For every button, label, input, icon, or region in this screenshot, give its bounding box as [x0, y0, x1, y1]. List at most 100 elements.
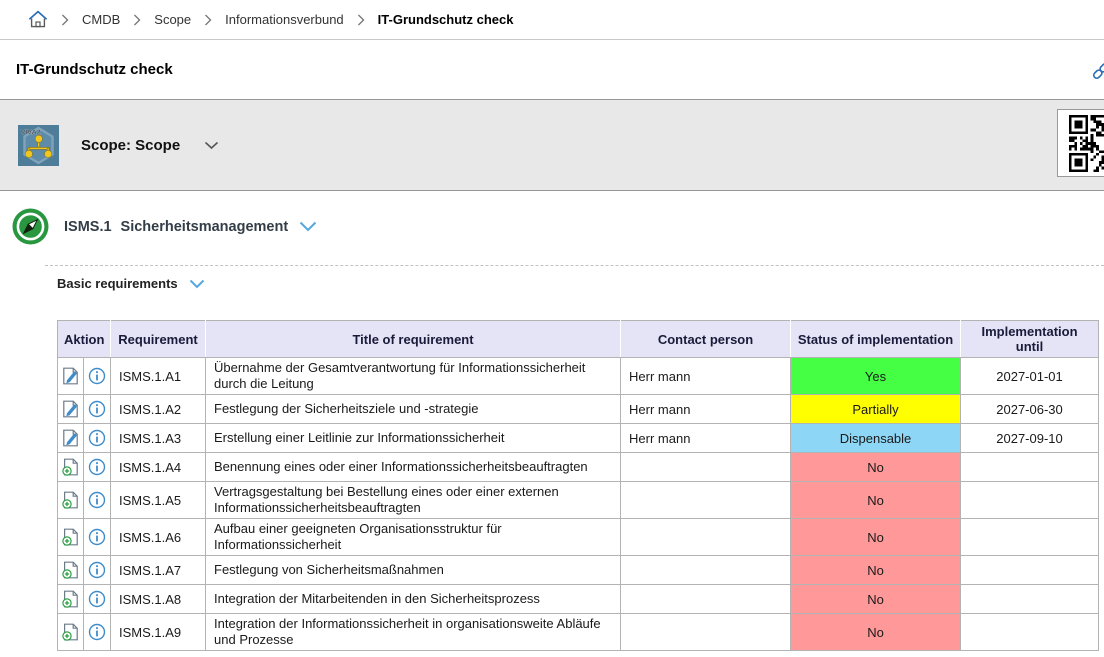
info-icon[interactable] — [88, 491, 106, 506]
breadcrumb-item-cmdb[interactable]: CMDB — [82, 12, 120, 27]
table-row: ISMS.1.A4Benennung eines oder einer Info… — [58, 453, 1099, 482]
info-icon[interactable] — [88, 561, 106, 576]
add-document-icon[interactable] — [62, 561, 79, 576]
implementation-until — [961, 453, 1099, 482]
edit-icon[interactable] — [62, 429, 79, 444]
status-of-implementation: No — [791, 556, 961, 585]
table-row: ISMS.1.A3Erstellung einer Leitlinie zur … — [58, 424, 1099, 453]
requirement-id: ISMS.1.A5 — [111, 482, 206, 519]
breadcrumb: CMDB Scope Informationsverbund IT-Grunds… — [0, 0, 1104, 40]
table-header-row: Aktion Requirement Title of requirement … — [58, 321, 1099, 358]
table-row: ISMS.1.A6Aufbau einer geeigneten Organis… — [58, 519, 1099, 556]
status-of-implementation: No — [791, 482, 961, 519]
status-of-implementation: No — [791, 585, 961, 614]
info-action-cell[interactable] — [84, 585, 111, 614]
add-action-cell[interactable] — [58, 556, 84, 585]
info-icon[interactable] — [88, 429, 106, 444]
scope-object-icon[interactable]: VIVA2 — [18, 125, 59, 166]
scope-header: VIVA2 Scope: Scope — [0, 99, 1104, 191]
contact-person — [621, 614, 791, 651]
implementation-until — [961, 556, 1099, 585]
contact-person: Herr mann — [621, 395, 791, 424]
add-document-icon[interactable] — [62, 458, 79, 473]
chevron-down-icon[interactable] — [204, 141, 219, 150]
requirement-title: Übernahme der Gesamtverantwortung für In… — [206, 358, 621, 395]
requirement-title: Vertragsgestaltung bei Bestellung eines … — [206, 482, 621, 519]
info-action-cell[interactable] — [84, 519, 111, 556]
edit-action-cell[interactable] — [58, 424, 84, 453]
requirement-title: Erstellung einer Leitlinie zur Informati… — [206, 424, 621, 453]
add-action-cell[interactable] — [58, 519, 84, 556]
info-icon[interactable] — [88, 458, 106, 473]
compass-icon — [12, 208, 49, 245]
edit-action-cell[interactable] — [58, 358, 84, 395]
requirements-table: Aktion Requirement Title of requirement … — [57, 320, 1099, 651]
implementation-until: 2027-09-10 — [961, 424, 1099, 453]
edit-icon[interactable] — [62, 400, 79, 415]
edit-icon[interactable] — [62, 367, 79, 382]
info-action-cell[interactable] — [84, 556, 111, 585]
subsection-chevron-down-icon[interactable] — [189, 279, 205, 289]
contact-person — [621, 453, 791, 482]
add-document-icon[interactable] — [62, 528, 79, 543]
contact-person — [621, 585, 791, 614]
info-action-cell[interactable] — [84, 482, 111, 519]
add-document-icon[interactable] — [62, 491, 79, 506]
requirement-id: ISMS.1.A2 — [111, 395, 206, 424]
column-header-contact: Contact person — [621, 321, 791, 358]
breadcrumb-separator-icon — [357, 14, 365, 26]
requirement-id: ISMS.1.A8 — [111, 585, 206, 614]
column-header-until: Implementation until — [961, 321, 1099, 358]
info-icon[interactable] — [88, 590, 106, 605]
info-icon[interactable] — [88, 528, 106, 543]
add-action-cell[interactable] — [58, 453, 84, 482]
table-row: ISMS.1.A9Integration der Informationssic… — [58, 614, 1099, 651]
requirements-tbody: ISMS.1.A1Übernahme der Gesamtverantwortu… — [58, 358, 1099, 651]
breadcrumb-separator-icon — [133, 14, 141, 26]
requirement-id: ISMS.1.A6 — [111, 519, 206, 556]
requirements-table-wrap: Aktion Requirement Title of requirement … — [57, 320, 1104, 651]
table-row: ISMS.1.A5Vertragsgestaltung bei Bestellu… — [58, 482, 1099, 519]
info-action-cell[interactable] — [84, 453, 111, 482]
info-icon[interactable] — [88, 623, 106, 638]
contact-person — [621, 482, 791, 519]
status-of-implementation: Yes — [791, 358, 961, 395]
implementation-until — [961, 614, 1099, 651]
edit-action-cell[interactable] — [58, 395, 84, 424]
implementation-until — [961, 585, 1099, 614]
info-action-cell[interactable] — [84, 395, 111, 424]
home-icon[interactable] — [28, 10, 48, 29]
implementation-until — [961, 482, 1099, 519]
breadcrumb-separator-icon — [61, 14, 69, 26]
qr-code — [1057, 109, 1104, 177]
add-action-cell[interactable] — [58, 585, 84, 614]
requirement-title: Aufbau einer geeigneten Organisationsstr… — [206, 519, 621, 556]
breadcrumb-item-scope[interactable]: Scope — [154, 12, 191, 27]
contact-person: Herr mann — [621, 424, 791, 453]
add-document-icon[interactable] — [62, 590, 79, 605]
contact-person — [621, 556, 791, 585]
section-chevron-down-icon[interactable] — [299, 221, 317, 232]
breadcrumb-item-informationsverbund[interactable]: Informationsverbund — [225, 12, 344, 27]
requirement-id: ISMS.1.A9 — [111, 614, 206, 651]
add-action-cell[interactable] — [58, 614, 84, 651]
requirement-title: Festlegung von Sicherheitsmaßnahmen — [206, 556, 621, 585]
info-action-cell[interactable] — [84, 424, 111, 453]
info-action-cell[interactable] — [84, 358, 111, 395]
status-of-implementation: Partially — [791, 395, 961, 424]
link-icon[interactable] — [1090, 60, 1104, 85]
subsection-header: Basic requirements — [57, 275, 1104, 292]
requirement-id: ISMS.1.A7 — [111, 556, 206, 585]
info-icon[interactable] — [88, 367, 106, 382]
info-action-cell[interactable] — [84, 614, 111, 651]
requirement-title: Integration der Informationssicherheit i… — [206, 614, 621, 651]
add-action-cell[interactable] — [58, 482, 84, 519]
section-header: ISMS.1 Sicherheitsmanagement — [12, 208, 1104, 245]
status-of-implementation: No — [791, 453, 961, 482]
status-of-implementation: Dispensable — [791, 424, 961, 453]
info-icon[interactable] — [88, 400, 106, 415]
page-title: IT-Grundschutz check — [16, 61, 173, 78]
column-header-status: Status of implementation — [791, 321, 961, 358]
add-document-icon[interactable] — [62, 623, 79, 638]
table-row: ISMS.1.A7Festlegung von Sicherheitsmaßna… — [58, 556, 1099, 585]
